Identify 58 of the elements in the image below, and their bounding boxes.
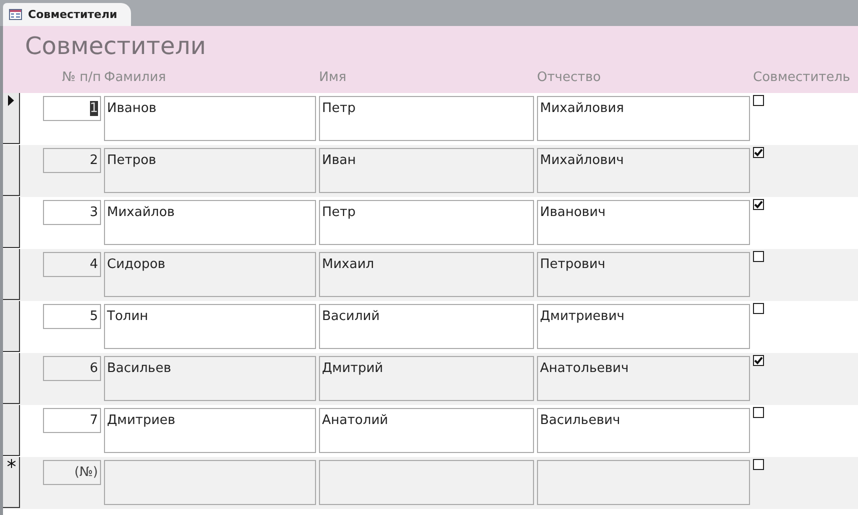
number-field[interactable]: 4 xyxy=(43,252,101,277)
last-name-field[interactable]: Дмитриев xyxy=(104,408,316,453)
number-field[interactable]: 1 xyxy=(43,96,101,121)
last-name-field[interactable] xyxy=(104,460,316,505)
column-label: Отчество xyxy=(537,70,602,85)
checkbox[interactable] xyxy=(753,407,764,418)
number-field[interactable]: 5 xyxy=(43,304,101,329)
last-name-field[interactable]: Петров xyxy=(104,148,316,193)
first-name-field[interactable]: Петр xyxy=(319,96,534,141)
new-record-icon xyxy=(6,459,16,468)
patronymic-field[interactable]: Дмитриевич xyxy=(537,304,750,349)
patronymic-field[interactable]: Иванович xyxy=(537,200,750,245)
last-name-field[interactable]: Толин xyxy=(104,304,316,349)
record-selector[interactable] xyxy=(3,301,20,352)
patronymic-field[interactable]: Васильевич xyxy=(537,408,750,453)
first-name-field[interactable]: Анатолий xyxy=(319,408,534,453)
record-selector[interactable] xyxy=(3,457,20,508)
checkbox[interactable] xyxy=(753,303,764,314)
record-selector[interactable] xyxy=(3,197,20,248)
first-name-field[interactable]: Василий xyxy=(319,304,534,349)
checkbox[interactable] xyxy=(753,95,764,106)
patronymic-field[interactable]: Петрович xyxy=(537,252,750,297)
record-selector[interactable] xyxy=(3,405,20,456)
patronymic-field[interactable]: Михайлович xyxy=(537,148,750,193)
patronymic-field[interactable] xyxy=(537,460,750,505)
number-field[interactable]: 6 xyxy=(43,356,101,381)
column-label: Совместитель xyxy=(753,70,852,85)
last-name-field[interactable]: Васильев xyxy=(104,356,316,401)
checkbox[interactable] xyxy=(753,355,764,366)
patronymic-field[interactable]: Анатольевич xyxy=(537,356,750,401)
number-field[interactable]: 2 xyxy=(43,148,101,173)
form-title: Совместители xyxy=(24,31,207,62)
record-selector[interactable] xyxy=(3,145,20,196)
current-record-icon xyxy=(8,95,14,106)
checkbox[interactable] xyxy=(753,251,764,262)
column-label: Имя xyxy=(319,70,348,85)
patronymic-field[interactable]: Михайловия xyxy=(537,96,750,141)
checkbox[interactable] xyxy=(753,147,764,158)
checkbox[interactable] xyxy=(753,459,764,470)
column-label: Фамилия xyxy=(104,70,167,85)
checkbox[interactable] xyxy=(753,199,764,210)
last-name-field[interactable]: Михайлов xyxy=(104,200,316,245)
number-field[interactable]: (№) xyxy=(43,460,101,485)
first-name-field[interactable]: Михаил xyxy=(319,252,534,297)
number-field[interactable]: 3 xyxy=(43,200,101,225)
first-name-field[interactable]: Петр xyxy=(319,200,534,245)
column-label: № п/п xyxy=(60,70,102,85)
record-selector[interactable] xyxy=(3,93,20,144)
form-icon xyxy=(9,9,22,20)
first-name-field[interactable]: Дмитрий xyxy=(319,356,534,401)
last-name-field[interactable]: Иванов xyxy=(104,96,316,141)
last-name-field[interactable]: Сидоров xyxy=(104,252,316,297)
record-selector[interactable] xyxy=(3,353,20,404)
number-field[interactable]: 7 xyxy=(43,408,101,433)
form-tab[interactable]: Совместители xyxy=(3,3,132,26)
first-name-field[interactable] xyxy=(319,460,534,505)
first-name-field[interactable]: Иван xyxy=(319,148,534,193)
record-selector[interactable] xyxy=(3,249,20,300)
